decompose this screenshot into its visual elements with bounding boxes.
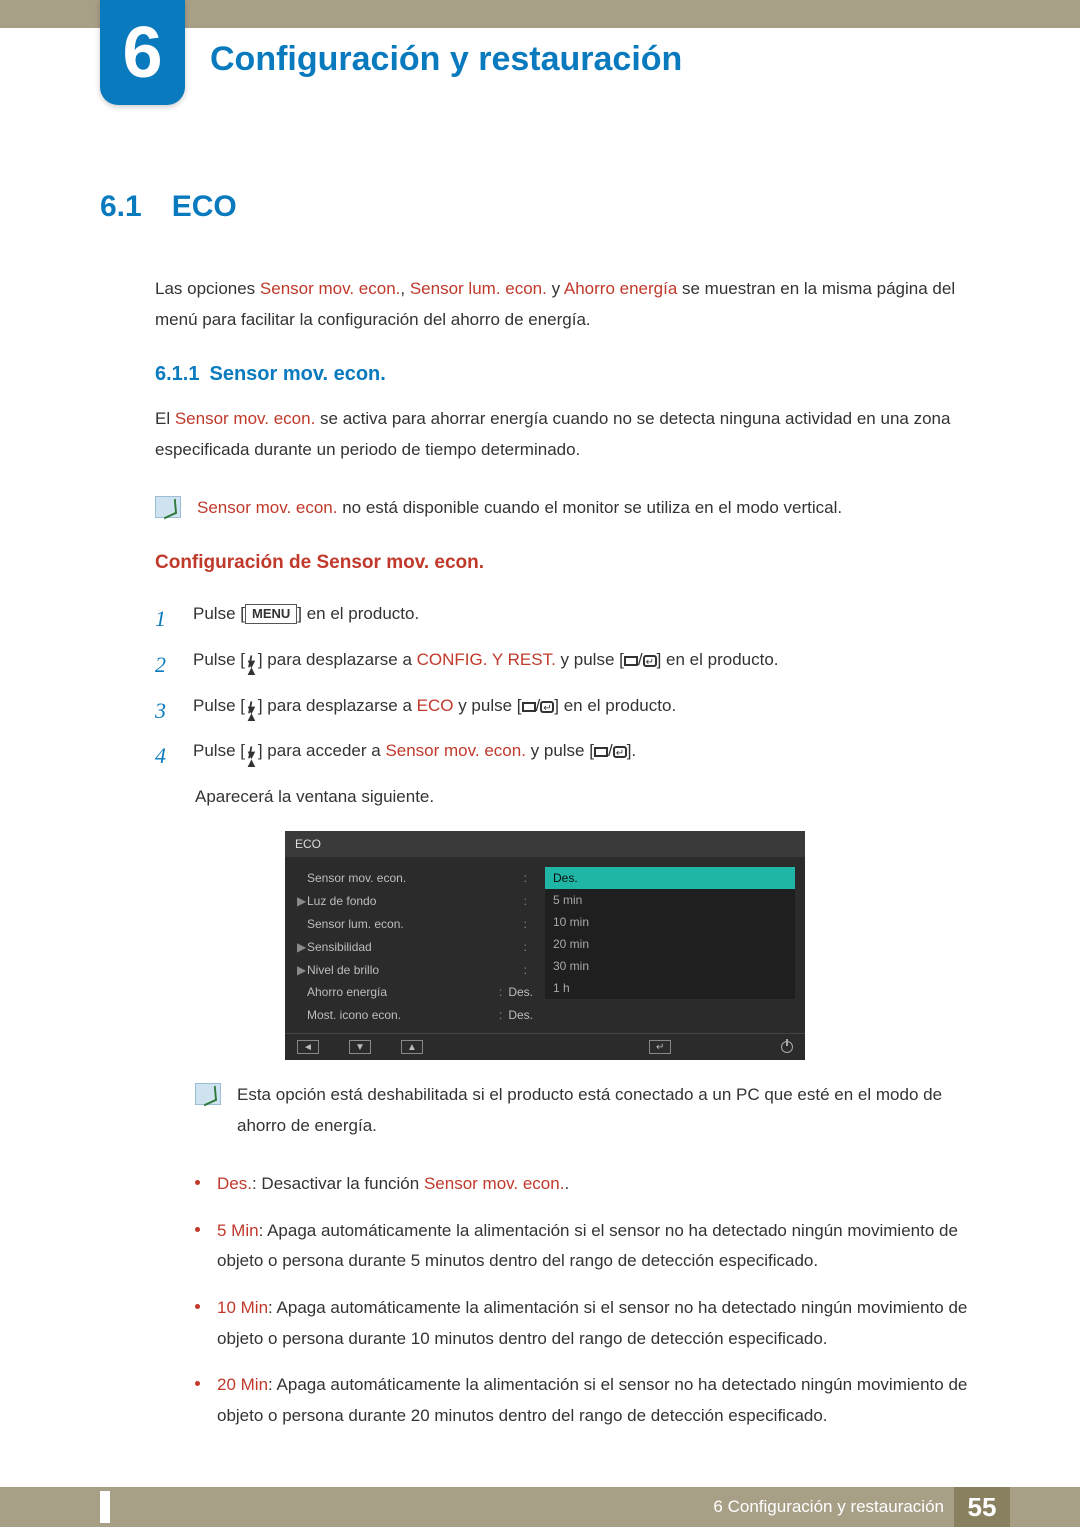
step-4: 4 Pulse [▼/▲] para acceder a Sensor mov.… <box>155 735 990 777</box>
down-up-icon: ▼/▲ <box>245 706 258 720</box>
option-bullet: 20 Min: Apaga automáticamente la aliment… <box>195 1370 990 1431</box>
note-icon <box>155 496 181 518</box>
step-4-tail: Aparecerá la ventana siguiente. <box>195 781 990 813</box>
osd-option: 20 min <box>545 933 795 955</box>
option-bullet: Des.: Desactivar la función Sensor mov. … <box>195 1169 990 1200</box>
step-3: 3 Pulse [▼/▲] para desplazarse a ECO y p… <box>155 690 990 732</box>
footer-label: 6 Configuración y restauración <box>713 1497 944 1517</box>
osd-power-icon <box>781 1041 793 1053</box>
footer-page-number: 55 <box>954 1487 1010 1527</box>
subsection-title: Sensor mov. econ. <box>209 363 385 385</box>
source-icon <box>594 747 608 757</box>
subsection-number: 6.1.1 <box>155 363 199 385</box>
osd-row: ▶Nivel de brillo: <box>297 959 533 982</box>
menu-key-icon: MENU <box>245 604 297 624</box>
option-bullet: 5 Min: Apaga automáticamente la alimenta… <box>195 1216 990 1277</box>
osd-option: Des. <box>545 867 795 889</box>
note-row-2: Esta opción está deshabilitada si el pro… <box>195 1080 990 1141</box>
chapter-title: Configuración y restauración <box>210 40 682 79</box>
page-footer: 6 Configuración y restauración 55 <box>0 1487 1080 1527</box>
osd-title: ECO <box>285 831 805 857</box>
chapter-badge: 6 <box>100 0 185 105</box>
osd-down-icon: ▼ <box>349 1040 371 1054</box>
step-1: 1 Pulse [MENU] en el producto. <box>155 598 990 640</box>
osd-row: ▶Sensibilidad: <box>297 936 533 959</box>
osd-row: Ahorro energía:Des. <box>297 981 533 1004</box>
config-heading: Configuración de Sensor mov. econ. <box>155 552 990 574</box>
note-icon <box>195 1083 221 1105</box>
subsection-heading: 6.1.1 Sensor mov. econ. <box>155 363 990 386</box>
osd-up-icon: ▲ <box>401 1040 423 1054</box>
steps-list: 1 Pulse [MENU] en el producto. 2 Pulse [… <box>155 598 990 777</box>
option-bullets: Des.: Desactivar la función Sensor mov. … <box>195 1169 990 1431</box>
section-heading: 6.1 ECO <box>100 190 990 224</box>
osd-option: 5 min <box>545 889 795 911</box>
osd-menu: ECO Sensor mov. econ.:▶Luz de fondo:Sens… <box>285 831 805 1060</box>
osd-dropdown: Des.5 min10 min20 min30 min1 h <box>545 867 795 999</box>
note-row: Sensor mov. econ. no está disponible cua… <box>155 493 990 524</box>
osd-footer: ◄ ▼ ▲ ↵ <box>285 1033 805 1060</box>
enter-icon <box>643 655 657 667</box>
osd-row: ▶Luz de fondo: <box>297 890 533 913</box>
enter-icon <box>613 746 627 758</box>
step-2: 2 Pulse [▼/▲] para desplazarse a CONFIG.… <box>155 644 990 686</box>
option-bullet: 10 Min: Apaga automáticamente la aliment… <box>195 1293 990 1354</box>
source-icon <box>522 702 536 712</box>
down-up-icon: ▼/▲ <box>245 751 258 765</box>
section-number: 6.1 <box>100 190 142 224</box>
osd-left-icon: ◄ <box>297 1040 319 1054</box>
osd-row: Most. icono econ.:Des. <box>297 1004 533 1027</box>
osd-option: 1 h <box>545 977 795 999</box>
subsection-desc: El Sensor mov. econ. se activa para ahor… <box>155 404 990 465</box>
osd-option: 10 min <box>545 911 795 933</box>
section-intro: Las opciones Sensor mov. econ., Sensor l… <box>155 274 990 335</box>
down-up-icon: ▼/▲ <box>245 660 258 674</box>
source-icon <box>624 656 638 666</box>
osd-enter-icon: ↵ <box>649 1040 671 1054</box>
osd-row: Sensor lum. econ.: <box>297 913 533 936</box>
osd-option: 30 min <box>545 955 795 977</box>
enter-icon <box>540 701 554 713</box>
osd-row: Sensor mov. econ.: <box>297 867 533 890</box>
section-title: ECO <box>172 190 237 224</box>
